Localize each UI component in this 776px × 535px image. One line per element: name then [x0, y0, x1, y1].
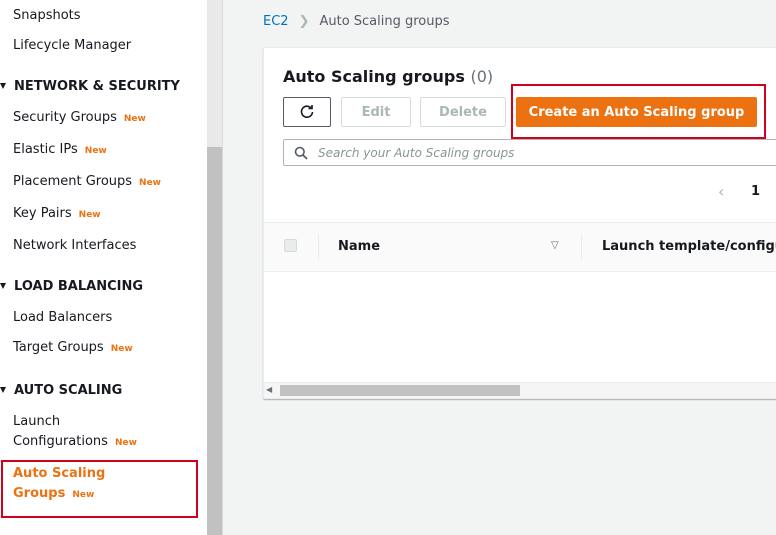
page-number[interactable]: 1 — [751, 184, 760, 199]
new-badge: New — [139, 178, 161, 188]
new-badge: New — [123, 114, 146, 124]
sidebar-item-label: Lifecycle Manager — [13, 38, 132, 53]
caret-down-icon — [0, 82, 6, 89]
sidebar-item-label: Security Groups — [13, 110, 117, 125]
column-header-name[interactable]: Name — [338, 238, 380, 256]
section-label: LOAD BALANCING — [14, 279, 144, 294]
search-input[interactable] — [318, 145, 738, 160]
section-auto-scaling[interactable]: AUTO SCALING — [0, 381, 122, 401]
sidebar-item-target-groups[interactable]: Target Groups New — [13, 338, 133, 359]
sidebar-item-security-groups[interactable]: Security Groups New — [13, 108, 146, 129]
search-icon — [294, 146, 308, 160]
caret-down-icon — [0, 386, 6, 393]
section-label: NETWORK & SECURITY — [14, 79, 180, 94]
new-badge: New — [78, 210, 101, 220]
new-badge: New — [110, 344, 133, 354]
sidebar-item-elastic-ips[interactable]: Elastic IPs New — [13, 140, 107, 161]
sidebar-item-label: Key Pairs — [13, 206, 72, 221]
panel-title-text: Auto Scaling groups — [283, 67, 465, 86]
new-badge: New — [114, 438, 137, 448]
page-title: Auto Scaling groups (0) — [283, 66, 493, 88]
column-divider — [581, 234, 582, 260]
sidebar-item-snapshots[interactable]: Snapshots — [13, 6, 81, 26]
select-all-checkbox[interactable] — [284, 239, 297, 252]
sidebar-item-network-interfaces[interactable]: Network Interfaces — [13, 236, 136, 256]
delete-button[interactable]: Delete — [420, 97, 506, 127]
sidebar-item-label: Launch — [13, 414, 61, 429]
sidebar-item-load-balancers[interactable]: Load Balancers — [13, 308, 112, 328]
highlight-box-create — [511, 84, 766, 139]
sidebar-item-label: Elastic IPs — [13, 142, 78, 157]
caret-down-icon — [0, 282, 6, 289]
sidebar-item-label: Load Balancers — [13, 310, 113, 325]
scroll-left-icon[interactable]: ◀ — [266, 385, 272, 394]
sidebar-item-label: Configurations — [13, 434, 108, 449]
sidebar-item-lifecycle-manager[interactable]: Lifecycle Manager — [13, 36, 131, 56]
refresh-button[interactable] — [283, 97, 331, 127]
horizontal-scrollbar-thumb[interactable] — [280, 385, 520, 396]
column-header-launch-template[interactable]: Launch template/configura — [602, 238, 776, 256]
breadcrumb-ec2-link[interactable]: EC2 — [263, 14, 289, 29]
sidebar-scrollbar-thumb[interactable] — [207, 147, 222, 535]
sidebar-item-key-pairs[interactable]: Key Pairs New — [13, 204, 101, 225]
chevron-left-icon[interactable]: ‹ — [718, 182, 724, 201]
sidebar-item-launch-configurations[interactable]: Launch Configurations New — [13, 412, 137, 453]
refresh-icon — [300, 105, 314, 118]
sidebar-item-placement-groups[interactable]: Placement Groups New — [13, 172, 161, 193]
section-network-security[interactable]: NETWORK & SECURITY — [0, 77, 180, 97]
new-badge: New — [84, 146, 107, 156]
column-divider — [318, 234, 319, 260]
breadcrumb-current: Auto Scaling groups — [319, 14, 450, 29]
sidebar-item-label: Placement Groups — [13, 174, 133, 189]
sidebar-item-label: Snapshots — [13, 8, 81, 23]
sidebar: Snapshots Lifecycle Manager NETWORK & SE… — [0, 0, 207, 535]
section-label: AUTO SCALING — [14, 383, 123, 398]
search-field[interactable] — [283, 139, 776, 166]
sort-down-icon[interactable]: ▽ — [551, 240, 559, 251]
edit-button[interactable]: Edit — [341, 97, 411, 127]
highlight-box-sidebar — [1, 460, 198, 518]
group-count: (0) — [470, 67, 494, 86]
sidebar-item-label: Network Interfaces — [13, 238, 137, 253]
sidebar-item-label: Target Groups — [13, 340, 104, 355]
chevron-right-icon: ❯ — [298, 14, 310, 29]
section-load-balancing[interactable]: LOAD BALANCING — [0, 277, 143, 297]
breadcrumb: EC2 ❯ Auto Scaling groups — [263, 12, 450, 32]
